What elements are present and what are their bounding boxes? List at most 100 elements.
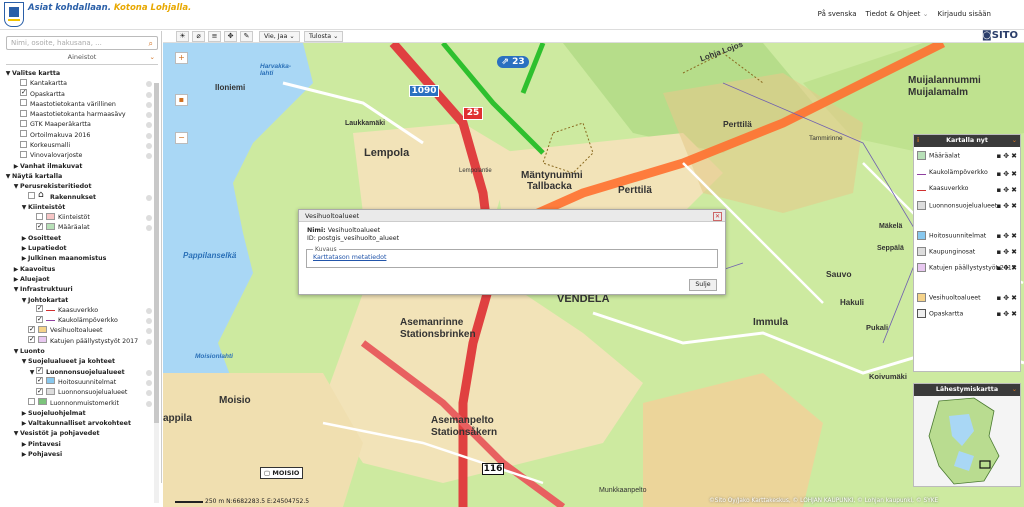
layer-tree-item[interactable]: ▼ Valitse kartta	[4, 69, 156, 79]
share-dropdown[interactable]: Vie, Jaa ⌄	[259, 31, 300, 42]
info-icon[interactable]	[146, 194, 152, 201]
sun-icon[interactable]: ☀	[176, 31, 189, 42]
info-icon[interactable]	[146, 369, 152, 376]
info-icon[interactable]	[146, 390, 152, 397]
info-icon[interactable]	[146, 81, 152, 88]
info-icon[interactable]	[146, 215, 152, 222]
layer-checkbox[interactable]	[20, 119, 27, 127]
on-map-layer-row[interactable]: Vesihuoltoalueet ▪✥✖	[917, 293, 1019, 302]
chevron-down-icon[interactable]: ▼	[4, 172, 12, 182]
layer-controls[interactable]: ▪✥✖	[997, 170, 1019, 178]
layer-checkbox[interactable]	[20, 87, 27, 97]
lohja-coat-of-arms-logo[interactable]	[4, 2, 24, 27]
layer-controls[interactable]: ▪✥✖	[997, 152, 1019, 160]
layer-tree-item[interactable]: ▼ Kiinteistöt	[4, 203, 156, 213]
layer-tree-item[interactable]: Vinovalovarjoste	[4, 150, 156, 161]
layer-tree-item[interactable]: ▶ Suojeluohjelmat	[4, 409, 156, 419]
layer-tree-item[interactable]: Hoitosuunnitelmat	[4, 375, 156, 388]
paperclip-icon[interactable]: ⌀	[192, 31, 205, 42]
layer-tree-item[interactable]: ▶ Julkinen maanomistus	[4, 254, 156, 264]
layer-tree-item[interactable]: Opaskartta	[4, 87, 156, 100]
layer-checkbox[interactable]	[20, 150, 27, 158]
layer-tree-item[interactable]: ▼ Vesistöt ja pohjavedet	[4, 429, 156, 439]
layer-tree-item[interactable]: GTK Maaperäkartta	[4, 119, 156, 130]
chevron-right-icon[interactable]: ▶	[20, 419, 28, 429]
metadata-link[interactable]: Karttatason metatiedot	[313, 254, 386, 261]
layer-tree-item[interactable]: ▼ Johtokartat	[4, 296, 156, 306]
layer-tree-item[interactable]: Maastotietokanta harmaasävy	[4, 109, 156, 120]
layer-tree-item[interactable]: ▶ Osoitteet	[4, 234, 156, 244]
chevron-right-icon[interactable]: ▶	[12, 275, 20, 285]
layer-tree-item[interactable]: ⌂ Rakennukset	[4, 191, 156, 203]
zoom-in-button[interactable]: +	[175, 52, 188, 64]
layers-on-map-header[interactable]: i Kartalla nyt ⌄	[914, 135, 1020, 147]
layer-tree-item[interactable]: ▼ Suojelualueet ja kohteet	[4, 357, 156, 367]
info-icon[interactable]	[146, 91, 152, 98]
layer-controls[interactable]: ▪✥✖	[997, 202, 1019, 210]
layer-checkbox[interactable]	[20, 99, 27, 107]
layer-controls[interactable]: ▪✥✖	[997, 186, 1019, 194]
layer-tree-item[interactable]: Katujen päällystystyöt 2017	[4, 334, 156, 347]
chevron-right-icon[interactable]: ▶	[20, 450, 28, 460]
info-icon[interactable]	[146, 101, 152, 108]
layer-tree-item[interactable]: Kiinteistöt	[4, 212, 156, 223]
chevron-down-icon[interactable]: ▼	[20, 357, 28, 367]
draw-icon[interactable]: ✎	[240, 31, 253, 42]
layer-controls[interactable]: ▪✥✖	[997, 310, 1019, 318]
collapse-icon[interactable]: ⌄	[1012, 135, 1017, 147]
close-icon[interactable]: ✕	[713, 212, 722, 221]
chevron-down-icon[interactable]: ▼	[20, 203, 28, 213]
login-link[interactable]: Kirjaudu sisään	[938, 10, 991, 18]
info-icon[interactable]	[146, 400, 152, 407]
layer-checkbox[interactable]	[36, 303, 43, 314]
layer-tree-item[interactable]: Määräalat	[4, 221, 156, 233]
layer-controls[interactable]: ▪✥✖	[997, 232, 1019, 240]
info-icon[interactable]	[146, 318, 152, 325]
layer-tree-item[interactable]: ▼ Luonnonsuojelualueet	[4, 365, 156, 378]
layer-checkbox[interactable]	[20, 109, 27, 117]
on-map-layer-row[interactable]: Kaupunginosat ▪✥✖	[917, 247, 1019, 256]
layer-checkbox[interactable]	[36, 386, 43, 396]
chevron-right-icon[interactable]: ▶	[12, 265, 20, 275]
on-map-layer-row[interactable]: Hoitosuunnitelmat ▪✥✖	[917, 231, 1019, 240]
chevron-down-icon[interactable]: ▼	[20, 296, 28, 306]
zoom-slider-handle[interactable]: ▪	[175, 94, 188, 106]
search-input[interactable]: Nimi, osoite, hakusana, ... ⌕	[6, 36, 158, 50]
on-map-layer-row[interactable]: Luonnonsuojelualueet ▪✥✖	[917, 201, 1019, 210]
info-icon[interactable]	[146, 143, 152, 150]
chevron-right-icon[interactable]: ▶	[20, 244, 28, 254]
swedish-link[interactable]: På svenska	[818, 10, 857, 18]
chevron-right-icon[interactable]: ▶	[12, 162, 20, 172]
layer-checkbox[interactable]	[36, 212, 43, 220]
info-icon[interactable]	[146, 379, 152, 386]
chevron-down-icon[interactable]: ▼	[12, 429, 20, 439]
layer-checkbox[interactable]	[28, 398, 35, 405]
layer-controls[interactable]: ▪✥✖	[997, 294, 1019, 302]
layer-tree-item[interactable]: Maastotietokanta värillinen	[4, 99, 156, 110]
layer-checkbox[interactable]	[36, 365, 43, 375]
layer-tree-item[interactable]: ▼ Infrastruktuuri	[4, 285, 156, 295]
layer-controls[interactable]: ▪✥✖	[997, 248, 1019, 256]
align-icon[interactable]: ≡	[208, 31, 221, 42]
on-map-layer-row[interactable]: Opaskartta ▪✥✖	[917, 309, 1019, 318]
layer-tree-item[interactable]: Vesihuoltoalueet	[4, 324, 156, 336]
layer-tree-item[interactable]: Luonnonsuojelualueet	[4, 386, 156, 398]
layer-checkbox[interactable]	[36, 314, 43, 324]
layer-tree-item[interactable]: ▶ Aluejaot	[4, 275, 156, 285]
overview-map[interactable]	[914, 396, 1020, 486]
print-dropdown[interactable]: Tulosta ⌄	[304, 31, 344, 42]
layer-checkbox[interactable]	[20, 78, 27, 86]
move-icon[interactable]: ✥	[224, 31, 237, 42]
layer-panel-scrollbar[interactable]	[154, 83, 159, 503]
info-menu[interactable]: Tiedot & Ohjeet ⌄	[865, 10, 928, 18]
layer-tree-item[interactable]: ▶ Pohjavesi	[4, 450, 156, 460]
layer-tree-item[interactable]: Kaukolämpöverkko	[4, 314, 156, 326]
collapse-icon[interactable]: ⌄	[1012, 384, 1017, 396]
on-map-layer-row[interactable]: Kaasuverkko ▪✥✖	[917, 185, 1019, 194]
info-icon[interactable]: i	[917, 135, 919, 147]
layer-tree-item[interactable]: ▼ Näytä kartalla	[4, 172, 156, 182]
chevron-down-icon[interactable]: ▼	[28, 368, 36, 378]
chevron-down-icon[interactable]: ▼	[4, 69, 12, 79]
chevron-down-icon[interactable]: ▼	[12, 182, 20, 192]
layer-controls[interactable]: ▪✥✖	[997, 264, 1019, 272]
